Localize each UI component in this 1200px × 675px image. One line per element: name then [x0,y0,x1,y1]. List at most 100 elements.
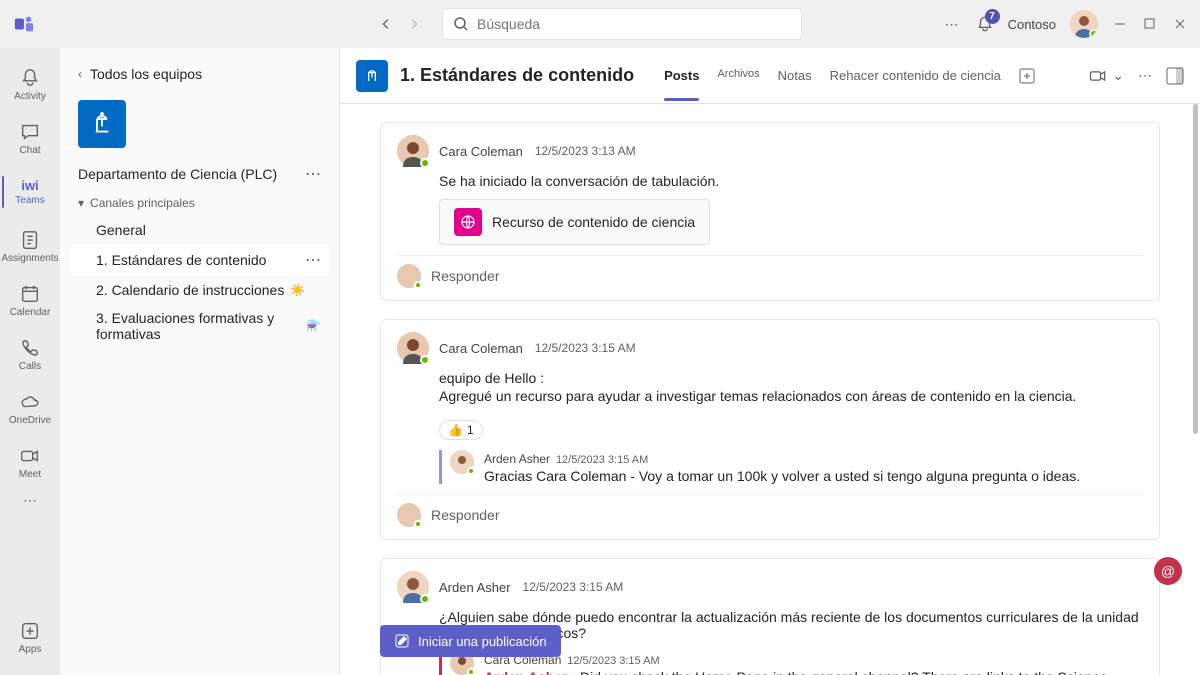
video-icon [1088,66,1108,86]
channel-tabs: Posts Archivos Notas Rehacer contenido d… [664,52,1035,100]
nav-arrows [374,12,426,36]
presence-icon [420,158,430,168]
message-body: Agregué un recurso para ayudar a investi… [439,388,1143,404]
tab-files[interactable]: Archivos [717,52,759,100]
assignments-icon [19,229,41,251]
user-avatar[interactable] [1070,10,1098,38]
rail-onedrive[interactable]: OneDrive [2,382,58,434]
video-icon [19,445,41,467]
message-body: equipo de Hello : [439,370,1143,386]
compose-icon [394,633,410,649]
rail-calls[interactable]: Calls [2,328,58,380]
channel-panel: ‹ Todos los equipos Departamento de Cien… [60,48,340,675]
timestamp: 12/5/2023 3:15 AM [535,341,636,355]
avatar[interactable] [397,332,429,364]
messages-list: Cara Coleman 12/5/2023 3:13 AM Se ha ini… [340,104,1200,675]
meet-button[interactable]: ⌄ [1088,66,1124,86]
rail-meet[interactable]: Meet [2,436,58,488]
message-card: Cara Coleman 12/5/2023 3:13 AM Se ha ini… [380,122,1160,301]
more-icon[interactable]: ⋯ [942,14,962,34]
titlebar: ⋯ 7 Contoso [0,0,1200,48]
thread-reply: Arden Asher 12/5/2023 3:15 AM Gracias Ca… [439,450,1143,484]
close-button[interactable] [1172,16,1188,32]
back-to-teams[interactable]: ‹ Todos los equipos [70,62,329,86]
add-tab-button[interactable] [1019,52,1035,100]
open-pane-button[interactable] [1166,67,1184,85]
avatar[interactable] [397,135,429,167]
search-field[interactable] [477,16,791,32]
message-card: Arden Asher 12/5/2023 3:15 AM ¿Alguien s… [380,558,1160,675]
titlebar-right: ⋯ 7 Contoso [942,10,1188,38]
rail-assignments[interactable]: Assignments [2,220,58,272]
cloud-icon [19,391,41,413]
team-header[interactable]: Departamento de Ciencia (PLC) ⋯ [70,158,329,190]
globe-icon [454,208,482,236]
tab-posts[interactable]: Posts [664,52,699,100]
minimize-button[interactable] [1112,16,1128,32]
rail-calendar[interactable]: Calendar [2,274,58,326]
team-more-icon[interactable]: ⋯ [305,164,321,184]
tab-redo-content[interactable]: Rehacer contenido de ciencia [830,52,1001,100]
rail-apps[interactable]: Apps [2,611,58,663]
timestamp: 12/5/2023 3:15 AM [523,580,624,594]
reply-body: Arden Asher - Did you check the Home Pag… [484,669,1143,675]
reaction-thumbs-up[interactable]: 👍1 [439,420,483,440]
avatar[interactable] [450,450,474,474]
teams-logo-icon [12,12,36,36]
team-avatar [78,100,126,148]
search-icon [453,16,469,32]
thumbs-up-icon: 👍 [448,423,463,437]
avatar [397,264,421,288]
tab-notes[interactable]: Notas [778,52,812,100]
author: Cara Coleman [439,341,523,356]
new-post-button[interactable]: Iniciar una publicación [380,625,561,657]
author: Cara Coleman [439,144,523,159]
search-input[interactable] [442,8,802,40]
timestamp: 12/5/2023 3:13 AM [535,144,636,158]
author: Arden Asher [439,580,511,595]
presence-available-icon [1089,29,1098,38]
chevron-down-icon: ⌄ [1112,67,1124,84]
main-content: 1. Estándares de contenido Posts Archivo… [340,48,1200,675]
app-rail: Activity Chat iwi Teams Assignments Cale… [0,48,60,675]
scrollbar[interactable] [1192,104,1200,675]
channel-icon [356,60,388,92]
channel-general[interactable]: General [70,216,329,244]
header-actions: ⌄ ⋯ [1088,66,1184,86]
rail-more[interactable]: ⋯ [23,492,37,509]
channel-title: 1. Estándares de contenido [400,65,634,86]
org-name: Contoso [1008,17,1056,32]
reply-row[interactable]: Responder [397,255,1143,288]
mention-indicator[interactable]: @ [1154,557,1182,585]
rail-teams[interactable]: iwi Teams [2,166,58,218]
scrollbar-thumb[interactable] [1193,104,1198,434]
apps-icon [19,620,41,642]
header-more-icon[interactable]: ⋯ [1138,67,1152,84]
notif-badge: 7 [985,9,1000,24]
compose-bar: Iniciar una publicación [380,625,561,657]
rail-chat[interactable]: Chat [2,112,58,164]
channel-evaluations[interactable]: 3. Evaluaciones formativas y formativas⚗… [70,304,329,348]
channel-more-icon[interactable]: ⋯ [305,250,321,270]
flask-emoji-icon: ⚗️ [306,319,321,333]
rail-activity[interactable]: Activity [2,58,58,110]
phone-icon [19,337,41,359]
calendar-icon [19,283,41,305]
forward-arrow-icon[interactable] [402,12,426,36]
message-body: Se ha iniciado la conversación de tabula… [439,173,1143,189]
sun-emoji-icon: ☀️ [290,283,305,297]
back-arrow-icon[interactable] [374,12,398,36]
channel-standards[interactable]: 1. Estándares de contenido ⋯ [70,244,329,276]
channels-section[interactable]: ▾ Canales principales [70,190,329,216]
channel-header: 1. Estándares de contenido Posts Archivo… [340,48,1200,104]
reply-row[interactable]: Responder [397,494,1143,527]
mention[interactable]: Arden Asher [484,669,568,675]
avatar [397,503,421,527]
bell-icon [19,67,41,89]
attachment-card[interactable]: Recurso de contenido de ciencia [439,199,710,245]
message-card: Cara Coleman 12/5/2023 3:15 AM equipo de… [380,319,1160,540]
avatar[interactable] [397,571,429,603]
notifications-button[interactable]: 7 [976,15,994,33]
channel-calendar[interactable]: 2. Calendario de instrucciones☀️ [70,276,329,304]
maximize-button[interactable] [1142,16,1158,32]
